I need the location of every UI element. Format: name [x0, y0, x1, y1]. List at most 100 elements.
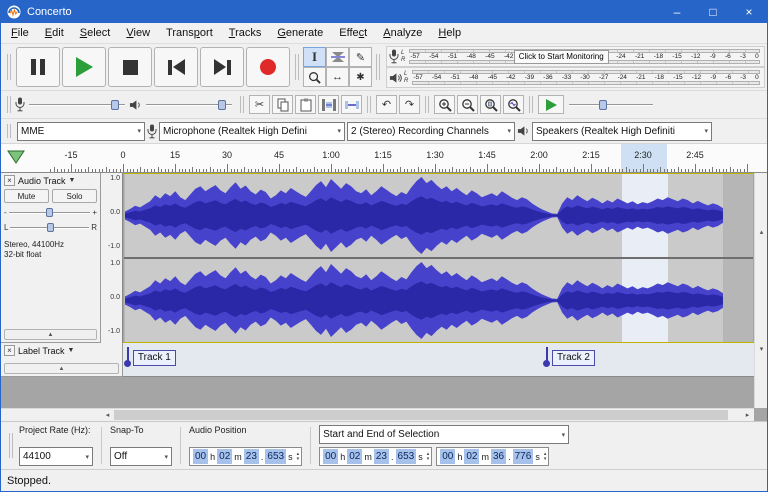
- close-track-button[interactable]: ×: [4, 175, 15, 186]
- time-digit-group[interactable]: 776: [513, 449, 534, 464]
- scroll-up-arrow[interactable]: ▴: [755, 173, 767, 291]
- zoom-tool-button[interactable]: [303, 67, 326, 87]
- menu-file[interactable]: File: [3, 25, 37, 41]
- redo-button[interactable]: ↷: [399, 95, 420, 114]
- label-flag[interactable]: Track 1: [129, 347, 176, 366]
- menu-help[interactable]: Help: [430, 25, 469, 41]
- selection-mode-dropdown[interactable]: Start and End of Selection ▾: [319, 425, 569, 444]
- toolbar-grip[interactable]: [7, 96, 11, 112]
- fit-selection-button[interactable]: [480, 95, 501, 114]
- toolbar-grip[interactable]: [425, 96, 429, 112]
- monitoring-hint[interactable]: Click to Start Monitoring: [514, 50, 609, 64]
- fit-project-button[interactable]: [503, 95, 524, 114]
- recording-device-dropdown[interactable]: Microphone (Realtek High Defini ▾: [159, 122, 345, 141]
- toolbar-grip[interactable]: [9, 433, 13, 458]
- scroll-left-arrow[interactable]: ◂: [101, 409, 114, 421]
- stop-button[interactable]: [108, 47, 152, 87]
- time-spinner[interactable]: ▴▾: [427, 452, 430, 462]
- time-digit-group[interactable]: 00: [193, 449, 208, 464]
- selection-start-display[interactable]: 00h02m23.653s▴▾: [319, 447, 432, 466]
- toolbar-grip[interactable]: [367, 96, 371, 112]
- menu-generate[interactable]: Generate: [269, 25, 331, 41]
- selection-tool-button[interactable]: I: [303, 47, 326, 67]
- minimize-button[interactable]: –: [659, 1, 695, 23]
- time-digit-group[interactable]: 653: [396, 449, 417, 464]
- menu-tracks[interactable]: Tracks: [221, 25, 270, 41]
- toolbar-grip[interactable]: [529, 96, 533, 112]
- selection-end-display[interactable]: 00h02m36.776s▴▾: [436, 447, 549, 466]
- recording-volume-slider[interactable]: [29, 98, 125, 112]
- record-button[interactable]: [246, 47, 290, 87]
- waveform-area[interactable]: [123, 173, 754, 343]
- toolbar-grip[interactable]: [376, 54, 380, 79]
- project-rate-dropdown[interactable]: 44100 ▾: [19, 447, 93, 466]
- collapse-label-track-button[interactable]: ▲: [4, 363, 119, 374]
- playback-meter[interactable]: LR -57-54-51-48-45-42-39-36-33-30-27-24-…: [386, 67, 765, 88]
- horizontal-scroll-thumb[interactable]: [114, 410, 728, 420]
- skip-to-start-button[interactable]: [154, 47, 198, 87]
- recording-meter[interactable]: LR -57-54-51-48-45-42-39-36-33-30-27-24-…: [386, 46, 765, 67]
- time-digit-group[interactable]: 36: [491, 449, 506, 464]
- label-track-title[interactable]: Label Track: [18, 346, 65, 356]
- silence-audio-button[interactable]: [341, 95, 362, 114]
- recording-channels-dropdown[interactable]: 2 (Stereo) Recording Channels ▾: [347, 122, 515, 141]
- playback-device-dropdown[interactable]: Speakers (Realtek High Definiti ▾: [532, 122, 712, 141]
- spinner-down-icon[interactable]: ▾: [297, 457, 300, 462]
- skip-to-end-button[interactable]: [200, 47, 244, 87]
- time-digit-group[interactable]: 02: [464, 449, 479, 464]
- maximize-button[interactable]: □: [695, 1, 731, 23]
- label-text[interactable]: Track 1: [133, 350, 176, 366]
- snap-to-dropdown[interactable]: Off ▾: [110, 447, 172, 466]
- envelope-tool-button[interactable]: [326, 47, 349, 67]
- toolbar-grip[interactable]: [7, 124, 11, 138]
- pause-button[interactable]: [16, 47, 60, 87]
- scroll-down-arrow[interactable]: ▾: [755, 291, 767, 409]
- menu-select[interactable]: Select: [72, 25, 119, 41]
- trim-audio-button[interactable]: [318, 95, 339, 114]
- cut-button[interactable]: ✂: [249, 95, 270, 114]
- play-speed-slider[interactable]: [569, 98, 653, 112]
- time-digit-group[interactable]: 00: [440, 449, 455, 464]
- audio-position-display[interactable]: 00h02m23.653s▴▾: [189, 447, 302, 466]
- playback-volume-slider[interactable]: [146, 98, 232, 112]
- label-area[interactable]: Track 1 Track 2: [123, 343, 754, 377]
- timeshift-tool-button[interactable]: ↔: [326, 67, 349, 87]
- label-text[interactable]: Track 2: [552, 350, 595, 366]
- menu-transport[interactable]: Transport: [158, 25, 221, 41]
- audio-track-title[interactable]: Audio Track: [18, 176, 66, 186]
- spinner-down-icon[interactable]: ▾: [544, 457, 547, 462]
- mute-button[interactable]: Mute: [4, 189, 49, 203]
- zoom-out-button[interactable]: [457, 95, 478, 114]
- undo-button[interactable]: ↶: [376, 95, 397, 114]
- time-digit-group[interactable]: 02: [217, 449, 232, 464]
- play-button[interactable]: [62, 47, 106, 87]
- menu-analyze[interactable]: Analyze: [375, 25, 430, 41]
- toolbar-grip[interactable]: [7, 54, 11, 79]
- vertical-scrollbar[interactable]: ▴ ▾: [754, 173, 767, 408]
- label-track-panel[interactable]: × Label Track ▼ ▲: [1, 343, 123, 377]
- scroll-right-arrow[interactable]: ▸: [741, 409, 754, 421]
- pan-slider[interactable]: [10, 221, 89, 233]
- horizontal-scrollbar[interactable]: ◂ ▸: [101, 408, 754, 421]
- collapse-track-button[interactable]: ▲: [4, 329, 97, 340]
- draw-tool-button[interactable]: ✎: [349, 47, 372, 67]
- menu-effect[interactable]: Effect: [331, 25, 375, 41]
- toolbar-grip[interactable]: [295, 54, 299, 79]
- audio-host-dropdown[interactable]: MME ▾: [17, 122, 145, 141]
- toolbar-grip[interactable]: [240, 96, 244, 112]
- timeline-ruler[interactable]: -1501530451:001:151:301:452:002:152:302:…: [1, 143, 767, 173]
- gain-slider[interactable]: [9, 206, 91, 218]
- zoom-in-button[interactable]: [434, 95, 455, 114]
- audio-track-panel[interactable]: × Audio Track ▼ Mute Solo - + L R: [1, 173, 101, 343]
- menu-edit[interactable]: Edit: [37, 25, 72, 41]
- time-digit-group[interactable]: 02: [347, 449, 362, 464]
- close-label-track-button[interactable]: ×: [4, 345, 15, 356]
- time-spinner[interactable]: ▴▾: [544, 452, 547, 462]
- spinner-down-icon[interactable]: ▾: [427, 457, 430, 462]
- copy-button[interactable]: [272, 95, 293, 114]
- horizontal-scroll-track[interactable]: [114, 409, 741, 421]
- time-spinner[interactable]: ▴▾: [297, 452, 300, 462]
- label-flag[interactable]: Track 2: [548, 347, 595, 366]
- time-digit-group[interactable]: 23: [244, 449, 259, 464]
- menu-view[interactable]: View: [118, 25, 158, 41]
